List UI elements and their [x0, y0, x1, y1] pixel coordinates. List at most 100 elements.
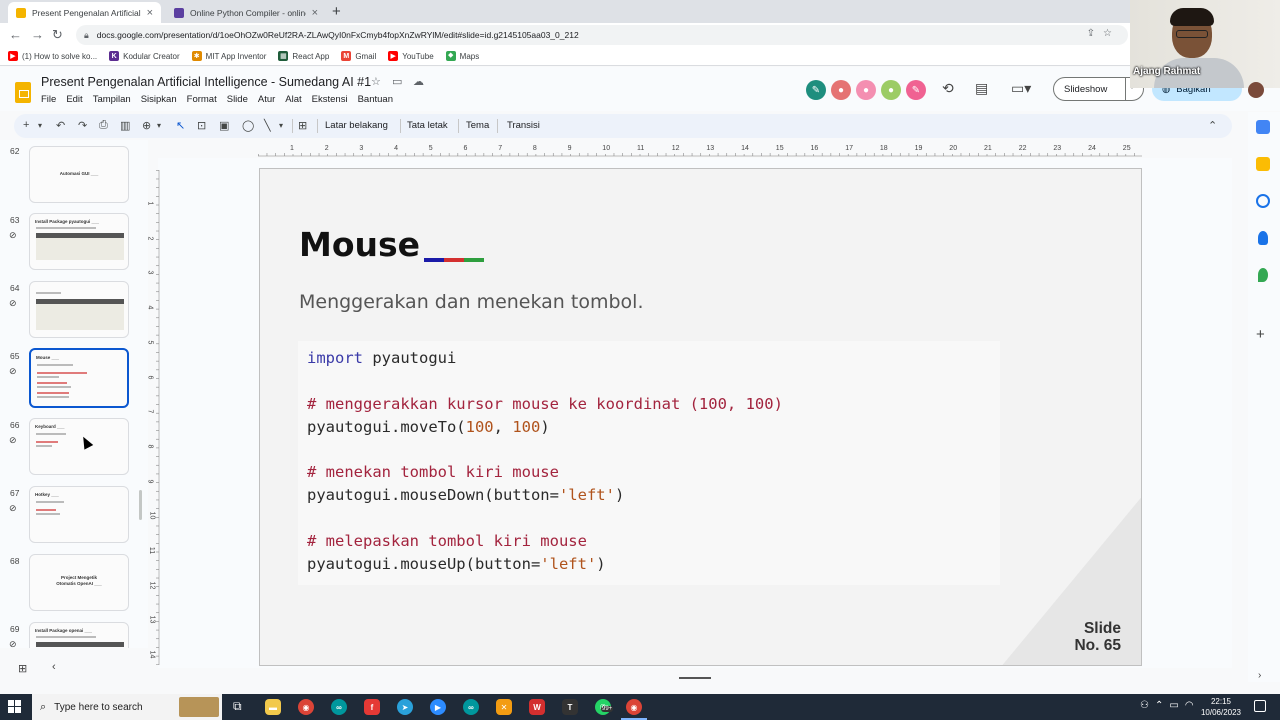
collapse-filmstrip-icon[interactable]: ‹ — [52, 661, 56, 673]
code-block[interactable]: import pyautogui # menggerakkan kursor m… — [298, 341, 1000, 585]
comment-add-icon[interactable]: ⊞ — [298, 119, 307, 132]
tasks-icon[interactable] — [1256, 194, 1270, 208]
notification-icon[interactable] — [1254, 700, 1266, 712]
windows-start-icon[interactable] — [8, 700, 22, 714]
close-icon[interactable]: × — [147, 7, 153, 19]
filmstrip-scrollbar[interactable] — [139, 490, 142, 520]
bookmark-star-icon[interactable]: ☆ — [1103, 28, 1120, 39]
slide-subtitle[interactable]: Menggerakan dan menekan tombol. — [299, 291, 643, 313]
account-avatar[interactable] — [1248, 82, 1264, 98]
select-cursor-icon[interactable]: ↖ — [176, 119, 185, 132]
menu-arrange[interactable]: Atur — [258, 94, 275, 105]
comments-icon[interactable]: ▤ — [975, 80, 988, 97]
collaborator-avatar[interactable]: ● — [856, 80, 876, 100]
collaborator-avatar[interactable]: ✎ — [906, 80, 926, 100]
bookmark-item[interactable]: ⬥ Maps — [445, 51, 479, 61]
theme-button[interactable]: Tema — [466, 120, 489, 131]
image-icon[interactable]: ▣ — [219, 119, 229, 132]
collaborator-avatar[interactable]: ✎ — [806, 80, 826, 100]
collaborator-avatar[interactable]: ● — [881, 80, 901, 100]
meet-camera-icon[interactable]: ▭▾ — [1011, 80, 1031, 97]
shape-icon[interactable]: ◯ — [242, 119, 254, 132]
contacts-icon[interactable] — [1258, 231, 1268, 245]
address-bar[interactable]: 🔒︎ docs.google.com/presentation/d/1oeOhO… — [76, 25, 1128, 45]
calendar-icon[interactable] — [1256, 120, 1270, 134]
menu-tools[interactable]: Alat — [285, 94, 301, 105]
document-title[interactable]: Present Pengenalan Artificial Intelligen… — [41, 75, 371, 89]
menu-file[interactable]: File — [41, 94, 56, 105]
wifi-icon[interactable]: ◠ — [1185, 700, 1200, 711]
horizontal-scroll-indicator[interactable] — [679, 677, 711, 679]
browser-tab-python[interactable]: Online Python Compiler - online × — [166, 2, 326, 23]
maps-icon[interactable] — [1258, 268, 1268, 282]
xampp-icon[interactable]: ✕ — [496, 699, 512, 715]
arduino-icon[interactable]: ∞ — [331, 699, 347, 715]
chevron-up-icon[interactable]: ⌃ — [1208, 119, 1217, 132]
menu-format[interactable]: Format — [187, 94, 217, 105]
chevron-down-icon[interactable]: ▾ — [157, 121, 161, 130]
telegram-icon[interactable]: ➤ — [397, 699, 413, 715]
version-history-icon[interactable]: ⟲ — [942, 80, 954, 97]
menu-view[interactable]: Tampilan — [93, 94, 131, 105]
transition-button[interactable]: Transisi — [507, 120, 540, 131]
bookmark-item[interactable]: ▶ YouTube — [388, 51, 434, 61]
print-icon[interactable]: ⎙ — [99, 119, 108, 132]
task-view-icon[interactable]: ⧉ — [233, 699, 242, 714]
slide-thumbnail-selected[interactable]: Mouse ___ — [29, 348, 129, 408]
expand-panel-icon[interactable]: › — [1258, 670, 1261, 681]
slide-thumbnail[interactable]: Hotkey ___ — [29, 486, 129, 543]
bookmark-item[interactable]: ▦ React App — [278, 51, 329, 61]
menu-extensions[interactable]: Ekstensi — [312, 94, 348, 105]
chevron-down-icon[interactable]: ▾ — [279, 121, 283, 130]
line-icon[interactable]: ╲ — [264, 119, 271, 132]
star-icon[interactable]: ☆ — [371, 75, 381, 88]
add-addon-icon[interactable]: + — [1256, 326, 1265, 343]
zoom-icon[interactable]: ⊕ — [142, 119, 151, 132]
slide-thumbnail[interactable]: Install Package openai ___ — [29, 622, 129, 648]
menu-slide[interactable]: Slide — [227, 94, 248, 105]
collaborator-avatar[interactable]: ● — [831, 80, 851, 100]
slide-thumbnail[interactable]: Keyboard ___ — [29, 418, 129, 475]
menu-edit[interactable]: Edit — [66, 94, 82, 105]
browser-tab-slides[interactable]: Present Pengenalan Artificial Inte × — [8, 2, 161, 23]
bookmark-item[interactable]: ✱ MIT App Inventor — [191, 51, 266, 61]
background-button[interactable]: Latar belakang — [325, 120, 388, 131]
slide-title[interactable]: Mouse — [299, 225, 420, 264]
slide-thumbnail[interactable] — [29, 281, 129, 338]
chrome-active-icon[interactable]: ◉ — [621, 699, 647, 720]
redo-icon[interactable]: ↷ — [78, 119, 87, 132]
google-slides-logo-icon[interactable] — [15, 82, 31, 103]
file-explorer-icon[interactable]: ▬ — [265, 699, 281, 715]
slide-canvas[interactable]: Mouse Menggerakan dan menekan tombol. im… — [259, 168, 1142, 666]
zoom-icon[interactable]: ▶ — [430, 699, 446, 715]
text-box-icon[interactable]: ⊡ — [197, 119, 206, 132]
app-icon[interactable]: f — [364, 699, 380, 715]
back-icon[interactable]: ← — [9, 27, 22, 42]
slide-thumbnail[interactable]: Automasi GUI ___ — [29, 146, 129, 203]
keep-icon[interactable] — [1256, 157, 1270, 171]
undo-icon[interactable]: ↶ — [56, 119, 65, 132]
taskbar-search-box[interactable]: ⌕ Type here to search — [32, 694, 222, 720]
person-icon[interactable]: ⚇ — [1140, 700, 1155, 711]
chrome-icon[interactable]: ◉ — [298, 699, 314, 715]
bookmark-item[interactable]: M Gmail — [341, 51, 376, 61]
close-icon[interactable]: × — [312, 7, 318, 19]
chevron-down-icon[interactable]: ▾ — [38, 121, 42, 130]
battery-icon[interactable]: ▭ — [1169, 700, 1184, 711]
taskbar-clock[interactable]: 22:15 10/06/2023 — [1199, 696, 1243, 718]
paint-format-icon[interactable]: ▥ — [120, 119, 130, 132]
slide-thumbnail[interactable]: Install Package pyautogui ___ — [29, 213, 129, 270]
reload-icon[interactable]: ↻ — [52, 27, 63, 43]
chevron-up-icon[interactable]: ⌃ — [1155, 700, 1169, 711]
typora-icon[interactable]: T — [562, 699, 578, 715]
menu-insert[interactable]: Sisipkan — [141, 94, 177, 105]
bookmark-item[interactable]: ▶ (1) How to solve ko... — [8, 51, 97, 61]
bookmark-item[interactable]: K Kodular Creator — [109, 51, 180, 61]
cloud-status-icon[interactable]: ☁ — [413, 75, 424, 88]
arduino-ide-icon[interactable]: ∞ — [463, 699, 479, 715]
wps-office-icon[interactable]: W — [529, 699, 545, 715]
slide-thumbnail[interactable]: Project Mengetik Otomatis OpenAI ___ — [29, 554, 129, 611]
layout-button[interactable]: Tata letak — [407, 120, 448, 131]
menu-help[interactable]: Bantuan — [358, 94, 393, 105]
share-page-icon[interactable]: ⇪ — [1087, 28, 1103, 39]
